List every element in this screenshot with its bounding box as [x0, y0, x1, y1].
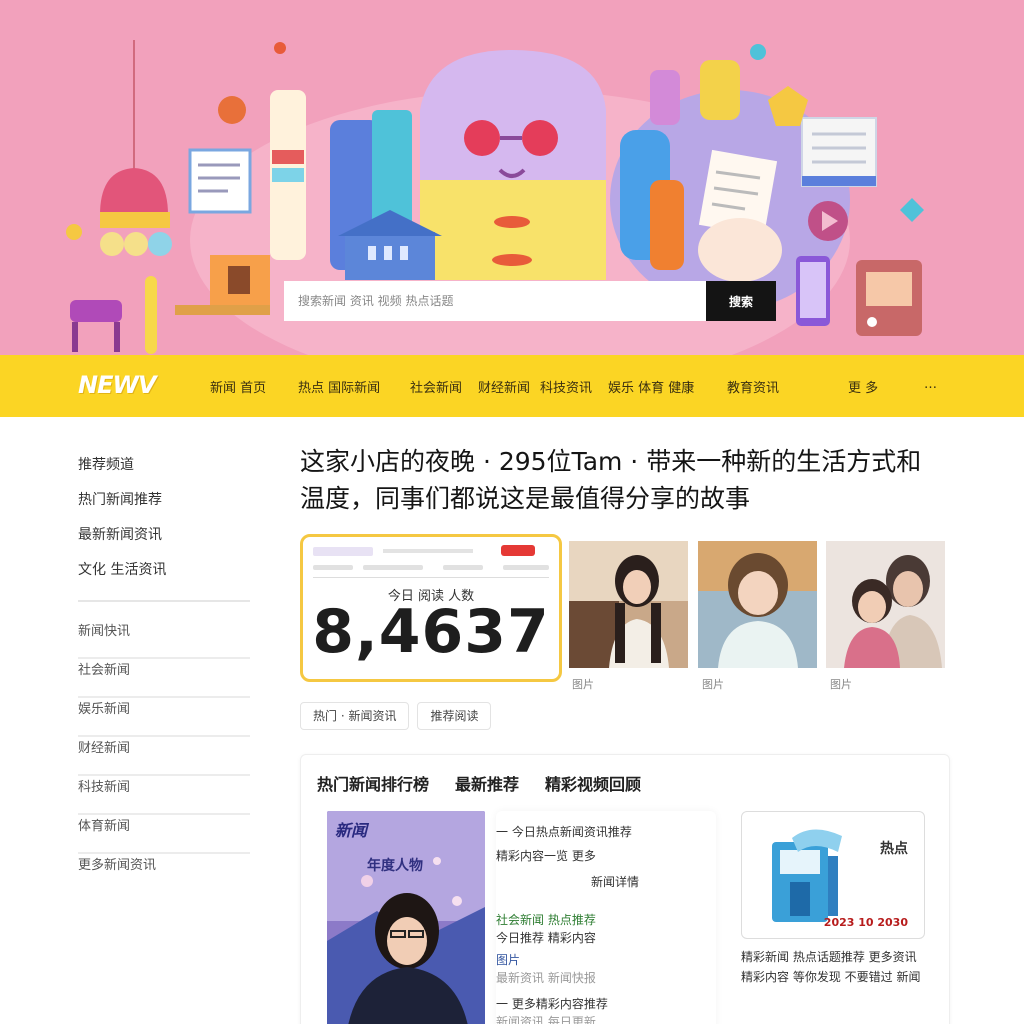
article-line: 最新资讯 新闻快报 [496, 971, 596, 985]
sidebar-item-hot[interactable]: 热门新闻推荐 [78, 485, 250, 520]
nav-item-tech[interactable]: 科技资讯 [540, 377, 592, 396]
sidebar: 推荐频道 热门新闻推荐 最新新闻资讯 文化 生活资讯 新闻快讯 社会新闻 娱乐新… [78, 450, 250, 893]
hero-banner: 搜索 [0, 0, 1024, 355]
promo-description: 精彩新闻 热点话题推荐 更多资讯 精彩内容 等你发现 不要错过 新闻 [741, 950, 921, 984]
headline[interactable]: 这家小店的夜晚 · 295位Tam · 带来一种新的生活方式和温度，同事们都说这… [300, 443, 940, 517]
stat-card-header [313, 545, 549, 559]
photo-image [569, 541, 688, 668]
search-bar: 搜索 [284, 281, 776, 321]
sidebar-item-society[interactable]: 社会新闻 [78, 659, 250, 698]
sidebar-category-list: 新闻快讯 社会新闻 娱乐新闻 财经新闻 科技新闻 体育新闻 更多新闻资讯 [78, 620, 250, 893]
site-logo[interactable]: NEWV [78, 371, 157, 399]
search-input[interactable] [284, 281, 706, 321]
search-button[interactable]: 搜索 [706, 281, 776, 321]
tag-chip[interactable]: 推荐阅读 [417, 702, 492, 730]
photo-image [826, 541, 945, 668]
photo-image [698, 541, 817, 668]
article-line: 新闻资讯 每日更新 [496, 1015, 596, 1024]
nav-item-international[interactable]: 热点 国际新闻 [298, 377, 380, 396]
article-line: 精彩内容一览 更多 [496, 849, 596, 863]
nav-item-society[interactable]: 社会新闻 [410, 377, 462, 396]
sidebar-divider [78, 600, 250, 602]
article-line: 今日推荐 精彩内容 [496, 931, 596, 945]
nav-item-finance[interactable]: 财经新闻 [478, 377, 530, 396]
poster-subtitle: 年度人物 [367, 858, 423, 874]
sidebar-item-more[interactable]: 更多新闻资讯 [78, 854, 250, 893]
photo-thumbnail[interactable] [569, 541, 688, 668]
article-line: 新闻详情 [591, 875, 640, 889]
photo-caption: 图片 [572, 678, 594, 691]
promo-number: 2023 10 2030 [823, 916, 908, 929]
photo-thumbnail[interactable] [826, 541, 945, 668]
promo-label: 热点 [880, 841, 908, 857]
stat-value: 8,4637 [312, 597, 550, 667]
stat-card-subheader [313, 565, 549, 573]
nav-item-home[interactable]: 新闻 首页 [210, 377, 266, 396]
content-panel: 热门新闻排行榜 最新推荐 精彩视频回顾 新闻 年度人物 一 今日热点新闻资讯推荐… [300, 754, 950, 1024]
tag-row: 热门 · 新闻资讯 推荐阅读 [300, 702, 492, 730]
promo-card[interactable]: 热点 2023 10 2030 [741, 811, 925, 939]
panel-tabs: 热门新闻排行榜 最新推荐 精彩视频回顾 [317, 771, 641, 795]
top-nav: NEWV 新闻 首页 热点 国际新闻 社会新闻 财经新闻 科技资讯 娱乐 体育 … [0, 355, 1024, 417]
sidebar-item-entertainment[interactable]: 娱乐新闻 [78, 698, 250, 737]
poster-title: 新闻 [335, 821, 368, 840]
sidebar-item-tech[interactable]: 科技新闻 [78, 776, 250, 815]
sidebar-item-latest[interactable]: 最新新闻资讯 [78, 520, 250, 555]
sidebar-top-group: 推荐频道 热门新闻推荐 最新新闻资讯 文化 生活资讯 [78, 450, 250, 590]
sidebar-item-flash[interactable]: 新闻快讯 [78, 620, 250, 659]
sidebar-item-recommended[interactable]: 推荐频道 [78, 450, 250, 485]
article-line: 图片 [496, 953, 521, 967]
nav-item-entertainment[interactable]: 娱乐 体育 健康 [608, 377, 694, 396]
tab-latest[interactable]: 最新推荐 [455, 771, 519, 795]
stat-divider [313, 577, 549, 578]
article-line: 一 更多精彩内容推荐 [496, 997, 608, 1011]
tab-videos[interactable]: 精彩视频回顾 [545, 771, 641, 795]
sidebar-item-finance[interactable]: 财经新闻 [78, 737, 250, 776]
sidebar-item-sports[interactable]: 体育新闻 [78, 815, 250, 854]
article-line: 一 今日热点新闻资讯推荐 [496, 825, 632, 839]
tab-ranking[interactable]: 热门新闻排行榜 [317, 771, 429, 795]
poster-image [327, 811, 485, 1024]
sidebar-item-culture[interactable]: 文化 生活资讯 [78, 555, 250, 590]
photo-caption: 图片 [702, 678, 724, 691]
nav-item-more[interactable]: 更 多 [848, 377, 878, 396]
nav-item-education[interactable]: 教育资讯 [727, 377, 779, 396]
photo-caption: 图片 [830, 678, 852, 691]
article-line: 社会新闻 热点推荐 [496, 913, 596, 927]
article-summary[interactable]: 一 今日热点新闻资讯推荐 精彩内容一览 更多 新闻详情 社会新闻 热点推荐 今日… [496, 811, 716, 1024]
poster-card[interactable]: 新闻 年度人物 [327, 811, 485, 1024]
photo-thumbnail[interactable] [698, 541, 817, 668]
tag-chip[interactable]: 热门 · 新闻资讯 [300, 702, 410, 730]
nav-overflow-icon[interactable]: … [924, 377, 937, 392]
stat-card[interactable]: 今日 阅读 人数 8,4637 [300, 534, 562, 682]
